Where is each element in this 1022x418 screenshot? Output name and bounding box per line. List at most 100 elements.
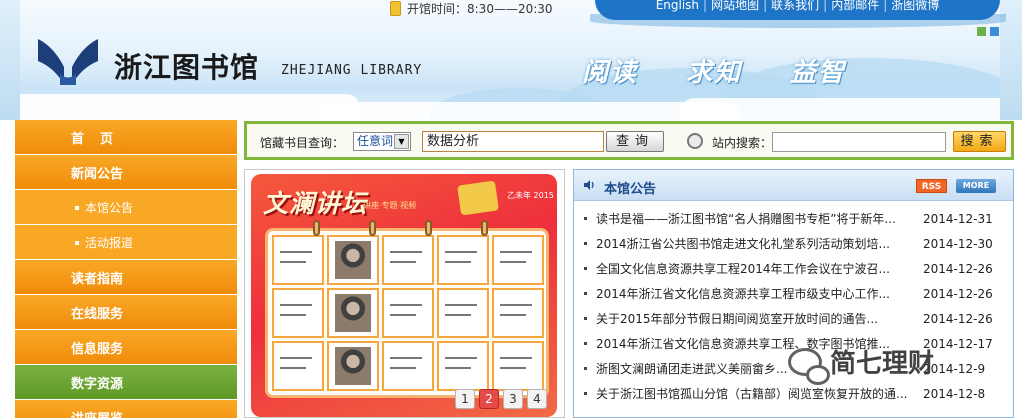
lecture-poster-image[interactable]: 文澜讲坛 讲座·专题·视频 乙未年 2015 1 2 3 4 — [251, 174, 557, 417]
feature-banner: 文澜讲坛 讲座·专题·视频 乙未年 2015 1 2 3 4 — [244, 169, 565, 418]
opening-hours: 开馆时间：8:30——20:30 — [390, 0, 553, 17]
bullet-icon — [75, 206, 79, 210]
motto-learn: 求知 — [686, 58, 743, 88]
poster-calendar — [265, 228, 549, 398]
site-search-input[interactable] — [772, 132, 946, 152]
motto-read: 阅读 — [582, 58, 639, 88]
news-date: 2014-12-8 — [923, 386, 986, 401]
divider: | — [823, 0, 828, 12]
speaker-photo — [327, 341, 379, 391]
bullet-icon — [75, 241, 79, 245]
poster-cell — [437, 235, 489, 285]
dropdown-arrow-icon[interactable]: ▼ — [394, 134, 409, 149]
nav-item-reader-guide[interactable]: 读者指南 — [15, 260, 237, 295]
poster-cell — [492, 341, 544, 391]
nav-item-news[interactable]: 新闻公告 — [15, 155, 237, 190]
speaker-icon — [584, 180, 594, 190]
news-link[interactable]: 全国文化信息资源共享工程2014年工作会议在宁波召... — [596, 260, 912, 277]
news-link[interactable]: 2014年浙江省文化信息资源共享工程市级支中心工作... — [596, 285, 912, 302]
divider: | — [703, 0, 708, 12]
top-links-bar: English | 网站地图 | 联系我们 | 内部邮件 | 浙图微博 — [595, 0, 1000, 20]
news-date: 2014-12-26 — [923, 286, 993, 301]
opening-hours-text: 开馆时间：8:30——20:30 — [407, 2, 553, 16]
library-name-cn[interactable]: 浙江图书馆 — [114, 46, 259, 86]
nav-item-label: 新闻公告 — [71, 166, 124, 182]
nav-subitem-label: 本馆公告 — [85, 200, 134, 215]
nav-item-lectures-exhibitions[interactable]: 讲座展览 — [15, 400, 237, 418]
nav-item-information-services[interactable]: 信息服务 — [15, 330, 237, 365]
link-english[interactable]: English — [656, 0, 699, 20]
news-link[interactable]: 2014浙江省公共图书馆走进文化礼堂系列活动策划培... — [596, 235, 912, 252]
nav-item-digital-resources[interactable]: 数字资源 — [15, 365, 237, 400]
library-logo-icon[interactable] — [36, 37, 100, 87]
search-scope-select[interactable]: 任意词 ▼ — [353, 132, 411, 151]
news-link[interactable]: 关于浙江图书馆孤山分馆（古籍部）阅览室恢复开放的通... — [596, 385, 912, 402]
library-name-en: ZHEJIANG LIBRARY — [281, 63, 423, 78]
bullet-icon — [584, 242, 587, 245]
bullet-icon — [584, 392, 587, 395]
link-weibo[interactable]: 浙图微博 — [891, 0, 939, 20]
nav-item-label: 在线服务 — [71, 306, 124, 322]
left-navigation: 首页 新闻公告 本馆公告 活动报道 读者指南 在线服务 信息服务 数字资源 讲座… — [15, 120, 237, 418]
poster-cell — [272, 341, 324, 391]
nav-subitem-event-reports[interactable]: 活动报道 — [15, 225, 237, 260]
site-search-button[interactable]: 搜索 — [953, 131, 1006, 152]
rss-button[interactable]: RSS — [916, 179, 947, 193]
poster-title: 文澜讲坛 — [263, 189, 368, 218]
nav-item-online-services[interactable]: 在线服务 — [15, 295, 237, 330]
wechat-icon — [788, 347, 830, 385]
list-item: 关于浙江图书馆孤山分馆（古籍部）阅览室恢复开放的通... 2014-12-8 — [574, 381, 1013, 406]
search-scope-value: 任意词 — [357, 134, 394, 148]
announcements-title: 本馆公告 — [604, 182, 657, 197]
search-bar: 馆藏书目查询： 任意词 ▼ 数据分析 查询 站内搜索： 搜索 — [244, 121, 1014, 160]
poster-grid — [272, 235, 544, 391]
background-cloud — [680, 98, 1022, 120]
poster-year: 乙未年 2015 — [507, 191, 554, 200]
catalog-search-input[interactable]: 数据分析 — [422, 131, 604, 152]
binder-ring-icon — [369, 220, 376, 236]
binder-ring-icon — [313, 220, 320, 236]
binder-ring-icon — [425, 220, 432, 236]
nav-item-home[interactable]: 首页 — [15, 120, 237, 155]
list-item: 关于2015年部分节假日期间阅览室开放时间的通告... 2014-12-26 — [574, 306, 1013, 331]
poster-badge-icon — [457, 180, 499, 216]
background-cloud — [0, 94, 360, 120]
nav-subitem-announcements[interactable]: 本馆公告 — [15, 190, 237, 225]
wechat-watermark: 简七理财 — [788, 343, 934, 385]
blue-square-icon — [990, 27, 999, 36]
news-link[interactable]: 关于2015年部分节假日期间阅览室开放时间的通告... — [596, 310, 912, 327]
speaker-photo — [327, 235, 379, 285]
poster-cell — [382, 288, 434, 338]
speaker-photo — [327, 288, 379, 338]
poster-cell — [437, 288, 489, 338]
poster-cell — [272, 288, 324, 338]
pager-button-3[interactable]: 3 — [503, 389, 523, 409]
bullet-icon — [584, 267, 587, 270]
bullet-icon — [584, 217, 587, 220]
news-link[interactable]: 读书是福——浙江图书馆“名人捐赠图书专柜”将于新年... — [596, 210, 912, 227]
list-item: 全国文化信息资源共享工程2014年工作会议在宁波召... 2014-12-26 — [574, 256, 1013, 281]
divider: | — [883, 0, 888, 12]
bullet-icon — [584, 292, 587, 295]
list-item: 2014浙江省公共图书馆走进文化礼堂系列活动策划培... 2014-12-30 — [574, 231, 1013, 256]
green-square-icon — [977, 27, 986, 36]
binder-ring-icon — [481, 220, 488, 236]
more-button[interactable]: MORE — [956, 179, 996, 193]
divider: | — [763, 0, 768, 12]
nav-item-label: 读者指南 — [71, 271, 124, 287]
poster-cell — [492, 235, 544, 285]
catalog-search-button[interactable]: 查询 — [606, 131, 664, 152]
pager-button-2[interactable]: 2 — [479, 389, 499, 409]
link-contact[interactable]: 联系我们 — [771, 0, 819, 20]
news-date: 2014-12-26 — [923, 311, 993, 326]
poster-subtitle: 讲座·专题·视频 — [363, 201, 417, 210]
link-internal-mail[interactable]: 内部邮件 — [831, 0, 879, 20]
link-sitemap[interactable]: 网站地图 — [711, 0, 759, 20]
pager-button-4[interactable]: 4 — [527, 389, 547, 409]
poster-cell — [272, 235, 324, 285]
pager-button-1[interactable]: 1 — [455, 389, 475, 409]
magnifier-icon — [687, 133, 703, 149]
catalog-search-label: 馆藏书目查询： — [260, 136, 345, 150]
news-date: 2014-12-30 — [923, 236, 993, 251]
header-edge-left — [0, 0, 20, 120]
